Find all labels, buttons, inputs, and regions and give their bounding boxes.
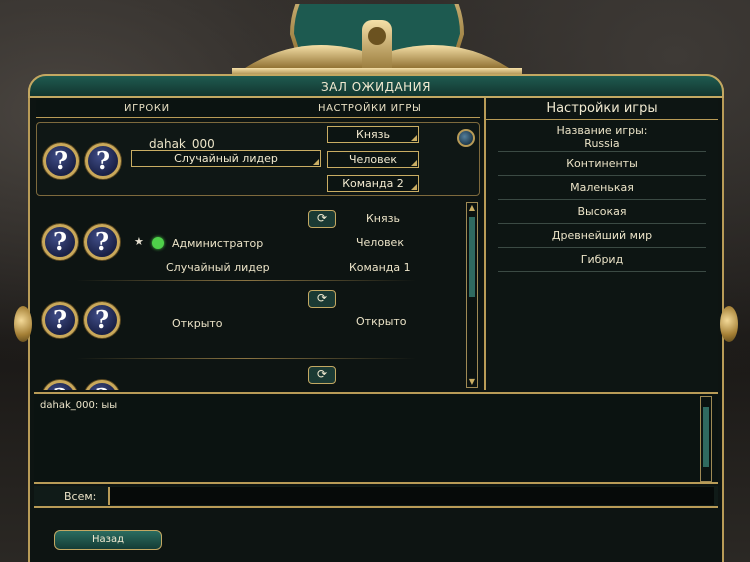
- local-player-slot: ? ? dahak_000 Случайный лидер Князь Чело…: [36, 122, 480, 196]
- game-name-value: Russia: [584, 137, 620, 150]
- leader-portrait-icon[interactable]: ?: [85, 143, 121, 179]
- team-select[interactable]: Команда 2: [327, 175, 419, 192]
- civ-portrait-icon[interactable]: ?: [43, 143, 79, 179]
- slot-type[interactable]: Открыто: [356, 315, 407, 328]
- chat-scroll-thumb[interactable]: [703, 407, 709, 467]
- player-name: dahak_000: [149, 137, 215, 151]
- leader-select[interactable]: Случайный лидер: [131, 150, 321, 167]
- window-title: ЗАЛ ОЖИДАНИЯ: [320, 80, 431, 94]
- player-civ: Князь: [366, 212, 400, 225]
- civ-select[interactable]: Князь: [327, 126, 419, 143]
- left-knob-icon: [14, 306, 32, 342]
- leader-portrait-icon[interactable]: ?: [84, 224, 120, 260]
- swap-button[interactable]: ⟳: [308, 210, 336, 228]
- player-leader: Случайный лидер: [166, 261, 270, 274]
- chat-target-label: Всем:: [64, 490, 97, 503]
- civ-portrait-icon[interactable]: ?: [42, 302, 78, 338]
- online-status-icon: [152, 237, 164, 249]
- scroll-down-icon[interactable]: ▼: [467, 377, 477, 387]
- game-name-row: Название игры: Russia: [498, 120, 706, 152]
- chat-scrollbar[interactable]: [700, 396, 712, 482]
- chat-log: dahak_000: ыы: [34, 392, 718, 484]
- divider: [76, 358, 416, 359]
- leader-portrait-icon[interactable]: ?: [84, 302, 120, 338]
- map-type-value: Континенты: [498, 152, 706, 176]
- slot-status: Открыто: [172, 317, 223, 330]
- player-type: Человек: [356, 236, 404, 249]
- game-name-label: Название игры:: [556, 124, 648, 137]
- player-type-select[interactable]: Человек: [327, 151, 419, 168]
- swap-button[interactable]: ⟳: [308, 290, 336, 308]
- settings-title: Настройки игры: [486, 98, 718, 120]
- chat-input-row: Всем:: [34, 486, 718, 508]
- players-header-row: ИГРОКИ НАСТРОЙКИ ИГРЫ: [36, 100, 480, 118]
- start-era-value: Древнейший мир: [498, 224, 706, 248]
- winged-emblem-icon: [232, 4, 522, 78]
- ready-toggle-icon[interactable]: [457, 129, 475, 147]
- right-knob-icon: [720, 306, 738, 342]
- swap-button[interactable]: ⟳: [308, 366, 336, 384]
- players-scrollbar[interactable]: ▲ ▼: [466, 202, 478, 388]
- map-size-value: Маленькая: [498, 176, 706, 200]
- players-list: ⟳ ? ? ★ Администратор Случайный лидер Кн…: [36, 200, 480, 390]
- civ-portrait-icon[interactable]: ?: [42, 380, 78, 390]
- title-bar: ЗАЛ ОЖИДАНИЯ: [28, 74, 724, 98]
- divider: [76, 280, 416, 281]
- back-button[interactable]: Назад: [54, 530, 162, 550]
- chat-input[interactable]: [108, 487, 714, 505]
- game-settings-header: НАСТРОЙКИ ИГРЫ: [318, 103, 422, 114]
- host-star-icon: ★: [134, 235, 144, 248]
- players-header: ИГРОКИ: [124, 103, 170, 114]
- civ-portrait-icon[interactable]: ?: [42, 224, 78, 260]
- game-settings-panel: Настройки игры Название игры: Russia Кон…: [484, 98, 718, 390]
- game-speed-value: Высокая: [498, 200, 706, 224]
- player-team: Команда 1: [349, 261, 411, 274]
- chat-message: dahak_000: ыы: [40, 400, 118, 411]
- player-status: Администратор: [172, 237, 264, 250]
- scroll-thumb[interactable]: [469, 217, 475, 297]
- turn-mode-value: Гибрид: [498, 248, 706, 272]
- leader-portrait-icon[interactable]: ?: [84, 380, 120, 390]
- scroll-up-icon[interactable]: ▲: [467, 203, 477, 213]
